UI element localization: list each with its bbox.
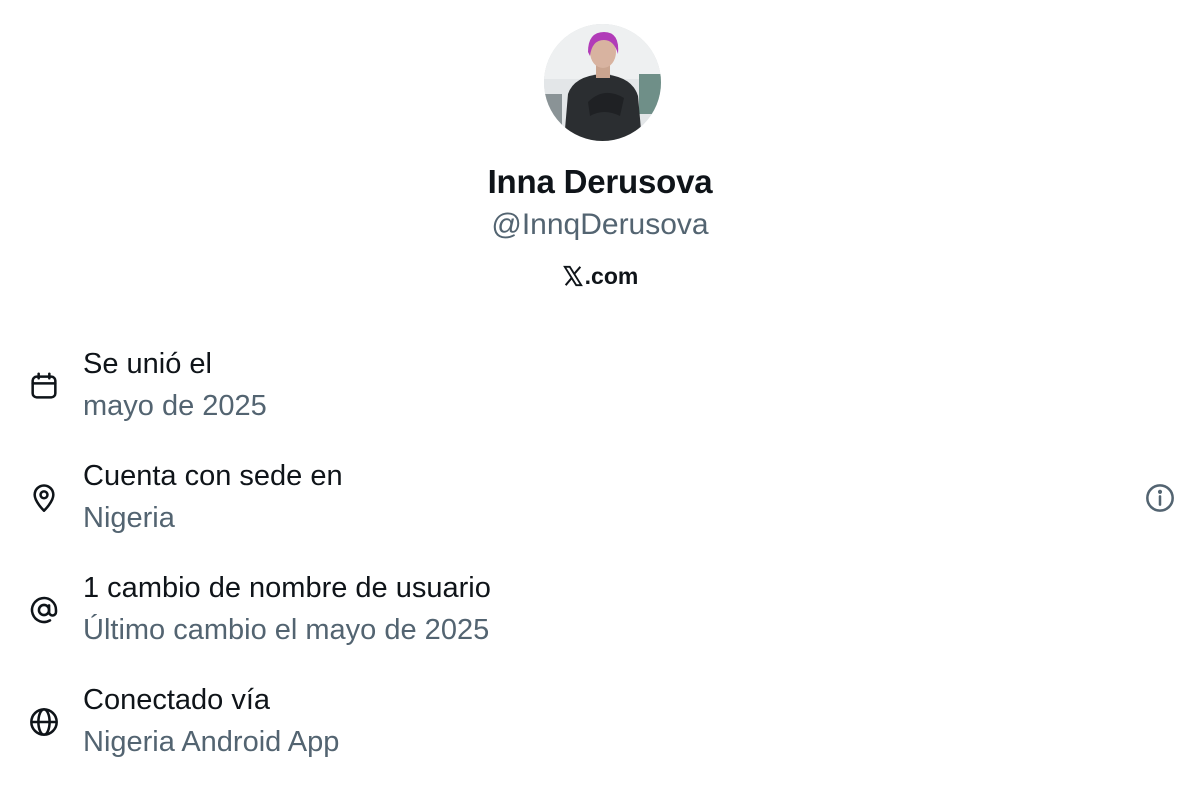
username-handle: @InnqDerusova bbox=[491, 208, 709, 241]
display-name: Inna Derusova bbox=[487, 163, 713, 200]
detail-row-joined: Se unió el mayo de 2025 bbox=[0, 344, 1200, 444]
detail-value: Último cambio el mayo de 2025 bbox=[83, 614, 490, 646]
detail-title: Conectado vía bbox=[83, 684, 271, 716]
x-logo-icon bbox=[562, 263, 584, 295]
detail-row-username-changes: 1 cambio de nombre de usuario Último cam… bbox=[0, 568, 1200, 668]
domain-label: .com bbox=[0, 260, 1200, 295]
info-icon[interactable] bbox=[1144, 482, 1176, 514]
detail-value: Nigeria bbox=[83, 502, 175, 534]
globe-icon bbox=[28, 706, 60, 738]
avatar-image bbox=[544, 24, 661, 141]
detail-row-connected-via: Conectado vía Nigeria Android App bbox=[0, 680, 1200, 780]
detail-value: mayo de 2025 bbox=[83, 390, 267, 422]
detail-title: 1 cambio de nombre de usuario bbox=[83, 572, 491, 604]
domain-suffix: .com bbox=[584, 263, 639, 289]
at-sign-icon bbox=[28, 594, 60, 626]
detail-value: Nigeria Android App bbox=[83, 726, 340, 758]
location-pin-icon bbox=[28, 482, 60, 514]
detail-row-location: Cuenta con sede en Nigeria bbox=[0, 456, 1200, 556]
detail-title: Se unió el bbox=[83, 348, 212, 380]
avatar[interactable] bbox=[544, 24, 661, 141]
calendar-icon bbox=[28, 370, 60, 402]
detail-title: Cuenta con sede en bbox=[83, 460, 343, 492]
